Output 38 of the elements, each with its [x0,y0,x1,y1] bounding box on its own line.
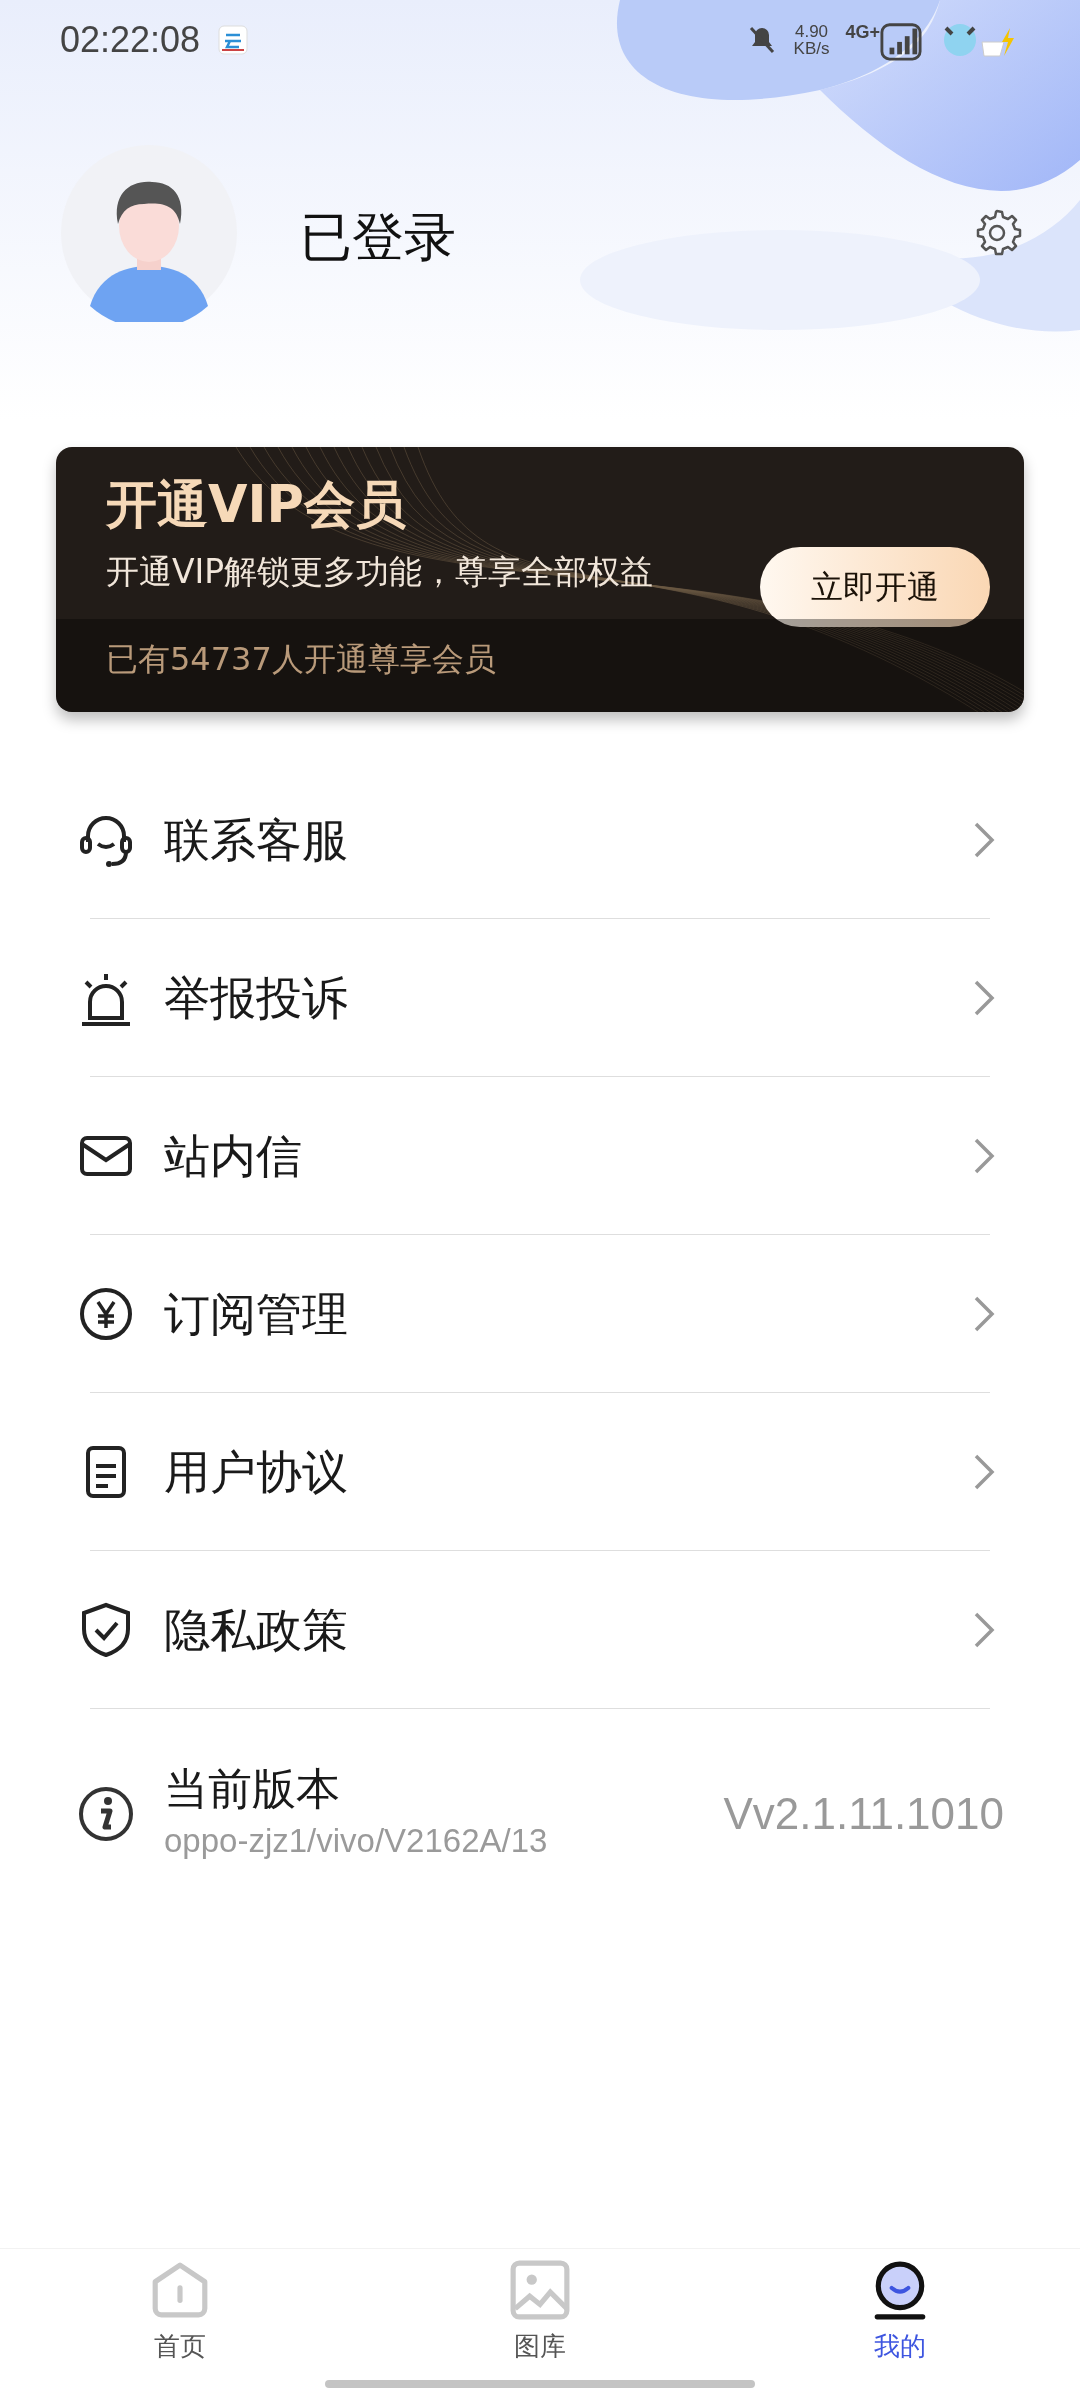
menu-item-label: 联系客服 [164,811,348,869]
device-info: oppo-zjz1/vivo/V2162A/13 [164,1820,548,1861]
menu-item[interactable]: 站内信 [0,1077,1080,1235]
menu-item[interactable]: 订阅管理 [0,1235,1080,1393]
info-icon [76,1784,136,1844]
chevron-icon [972,1136,996,1176]
vip-description: 开通VIP解锁更多功能，尊享全部权益 [106,551,654,594]
vip-title: 开通VIP会员 [106,477,407,534]
user-name: 已登录 [300,206,456,269]
activate-button[interactable]: 立即开通 [760,547,990,627]
chevron-icon [972,1610,996,1650]
nav-tab[interactable]: 图库 [360,2249,720,2400]
chevron-icon [972,820,996,860]
menu-item-label: 订阅管理 [164,1285,348,1343]
clock-time: 02:22:08 [60,18,201,62]
version-label: 当前版本 [164,1762,341,1816]
network-speed-value: 4.90 [793,23,830,40]
menu-item[interactable]: 隐私政策 [0,1551,1080,1709]
avatar-figure[interactable] [60,144,238,322]
member-count-text: 已有54737人开通尊享会员 [106,640,496,678]
menu-item-label: 用户协议 [164,1443,348,1501]
nav-tab[interactable]: 我的 [720,2249,1080,2400]
menu-item-label: 站内信 [164,1127,302,1185]
version-number: Vv2.1.11.1010 [723,1788,1004,1840]
chevron-icon [972,1294,996,1334]
network-type: 4G+ [845,21,880,44]
network-speed-unit: KB/s [793,40,830,57]
menu-item[interactable]: 联系客服 [0,761,1080,919]
menu-item-label: 举报投诉 [164,969,348,1027]
nav-tab[interactable]: 首页 [0,2249,360,2400]
app-notification-icon [218,25,249,55]
menu-item-label: 隐私政策 [164,1601,348,1659]
chevron-icon [972,978,996,1018]
menu-item[interactable]: 举报投诉 [0,919,1080,1077]
vip-card[interactable]: 开通VIP会员 开通VIP解锁更多功能，尊享全部权益 立即开通 已有54737人开通尊享会员 [56,447,1024,712]
image-icon [509,2259,571,2321]
menu-item[interactable]: 用户协议 [0,1393,1080,1551]
chevron-icon [972,1452,996,1492]
